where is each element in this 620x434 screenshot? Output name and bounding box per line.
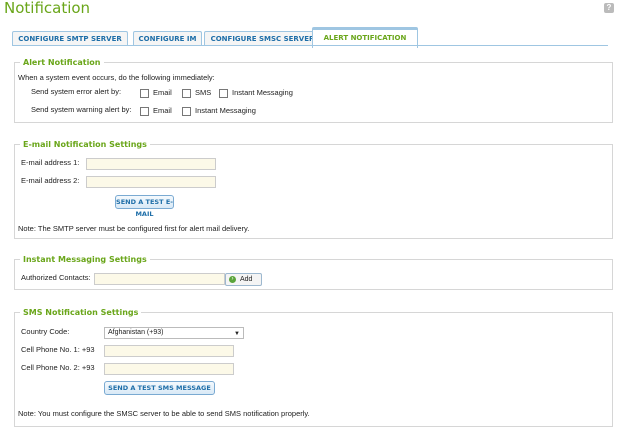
error-im-label: Instant Messaging [232,88,293,97]
error-sms-label: SMS [195,88,212,97]
smsc-note: Note: You must configure the SMSC server… [18,409,310,418]
email-settings-legend: E-mail Notification Settings [23,140,147,149]
help-icon[interactable]: ? [604,3,614,13]
warning-im-label: Instant Messaging [195,106,256,115]
email-address-2-label: E-mail address 2: [21,176,80,185]
cell-phone-1-input[interactable] [104,345,234,357]
add-button-label: Add [240,276,253,283]
alert-notification-legend: Alert Notification [23,58,101,67]
tab-configure-smtp[interactable]: CONFIGURE SMTP SERVER [12,31,128,46]
alert-intro-text: When a system event occurs, do the follo… [18,73,215,82]
warning-email-label: Email [153,106,172,115]
cell-phone-1-label: Cell Phone No. 1: +93 [21,345,95,354]
error-alert-label: Send system error alert by: [31,87,122,96]
error-email-checkbox[interactable] [140,89,149,98]
page-title: Notification [4,0,91,17]
error-sms-checkbox[interactable] [182,89,191,98]
country-code-value: Afghanistan (+93) [108,329,164,336]
country-code-label: Country Code: [21,327,70,336]
warning-alert-label: Send system warning alert by: [31,105,132,114]
add-icon: › [229,276,236,283]
tab-divider [12,45,608,46]
add-contact-button[interactable]: › Add [225,273,262,286]
send-test-sms-button[interactable]: SEND A TEST SMS MESSAGE [104,381,215,395]
authorized-contacts-label: Authorized Contacts: [21,273,91,282]
authorized-contacts-input[interactable] [94,273,225,285]
error-im-checkbox[interactable] [219,89,228,98]
im-settings-legend: Instant Messaging Settings [23,255,147,264]
smtp-note: Note: The SMTP server must be configured… [18,224,250,233]
cell-phone-2-input[interactable] [104,363,234,375]
cell-phone-2-label: Cell Phone No. 2: +93 [21,363,95,372]
warning-im-checkbox[interactable] [182,107,191,116]
email-address-1-input[interactable] [86,158,216,170]
tab-configure-im[interactable]: CONFIGURE IM [133,31,202,46]
error-email-label: Email [153,88,172,97]
warning-email-checkbox[interactable] [140,107,149,116]
chevron-down-icon: ▼ [234,331,240,337]
tab-bar: CONFIGURE SMTP SERVER CONFIGURE IM CONFI… [12,27,418,48]
email-address-1-label: E-mail address 1: [21,158,80,167]
email-address-2-input[interactable] [86,176,216,188]
send-test-email-button[interactable]: SEND A TEST E-MAIL [115,195,174,218]
tab-configure-smsc[interactable]: CONFIGURE SMSC SERVER [204,31,321,46]
country-code-select[interactable]: Afghanistan (+93) ▼ [104,327,244,339]
sms-settings-legend: SMS Notification Settings [23,308,139,317]
